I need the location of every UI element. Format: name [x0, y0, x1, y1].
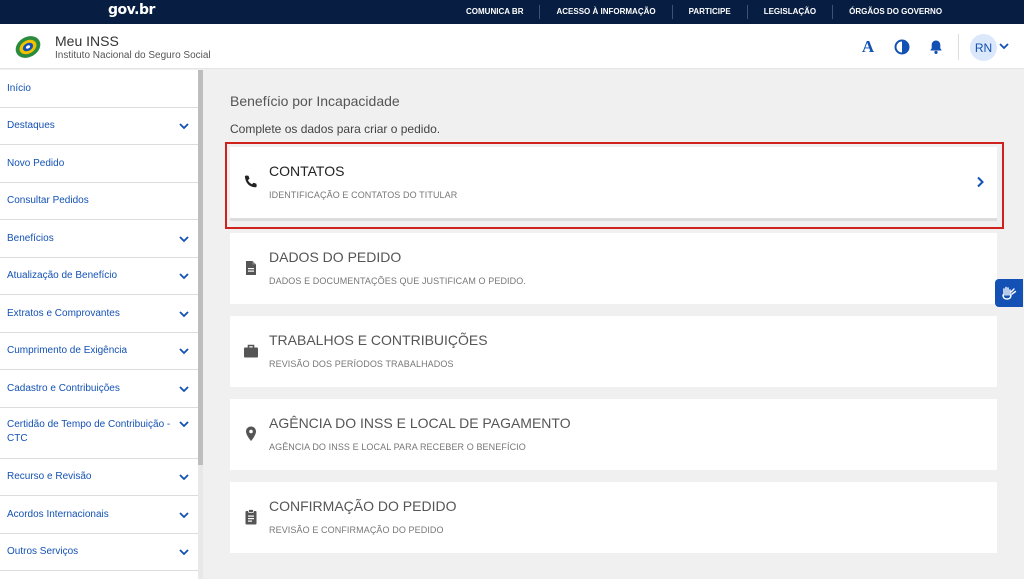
- chevron-down-icon: [179, 511, 189, 518]
- gov-link-orgaos[interactable]: ÓRGÃOS DO GOVERNO: [832, 5, 958, 19]
- gov-link-participe[interactable]: PARTICIPE: [671, 5, 747, 19]
- chevron-down-icon: [179, 421, 189, 428]
- header-divider: [958, 34, 959, 60]
- chevron-down-icon: [179, 310, 189, 317]
- sidebar-item-label: Atualização de Benefício: [7, 270, 118, 281]
- gov-link-legislacao[interactable]: LEGISLAÇÃO: [746, 5, 832, 19]
- sidebar-item-label: Certidão de Tempo de Contribuição - CTC: [7, 419, 171, 444]
- sidebar-item-recurso[interactable]: Recurso e Revisão: [0, 459, 198, 496]
- sidebar-item-label: Novo Pedido: [7, 157, 65, 169]
- vlibras-accessibility-button[interactable]: [995, 279, 1023, 307]
- inss-logo-icon[interactable]: [13, 34, 43, 60]
- sidebar-item-label: Recurso e Revisão: [7, 471, 92, 482]
- chevron-down-icon: [179, 235, 189, 242]
- sidebar-item-consultar-pedidos[interactable]: Consultar Pedidos: [0, 183, 198, 220]
- step-title: TRABALHOS E CONTRIBUIÇÕES: [269, 332, 488, 348]
- sidebar-item-cadastro[interactable]: Cadastro e Contribuições: [0, 370, 198, 408]
- sidebar-item-label: Acordos Internacionais: [7, 508, 109, 520]
- chevron-down-icon: [179, 474, 189, 481]
- chevron-down-icon: [179, 123, 189, 130]
- sidebar-menu: Início Destaques Novo Pedido Consultar P…: [0, 70, 198, 579]
- font-size-button[interactable]: A: [857, 36, 879, 58]
- step-description: REVISÃO DOS PERÍODOS TRABALHADOS: [269, 359, 454, 369]
- step-title: DADOS DO PEDIDO: [269, 249, 402, 265]
- sidebar-item-novo-pedido[interactable]: Novo Pedido: [0, 145, 198, 183]
- sidebar-item-label: Consultar Pedidos: [7, 195, 89, 206]
- chevron-down-icon: [179, 273, 189, 280]
- step-card-trabalhos[interactable]: TRABALHOS E CONTRIBUIÇÕES REVISÃO DOS PE…: [230, 316, 997, 387]
- sidebar-item-ctc[interactable]: Certidão de Tempo de Contribuição - CTC: [0, 408, 198, 459]
- sidebar-item-label: Cumprimento de Exigência: [7, 345, 128, 356]
- sidebar-item-label: Destaques: [7, 120, 55, 131]
- sidebar-scrollbar-thumb[interactable]: [198, 70, 203, 465]
- bell-icon[interactable]: [925, 36, 947, 58]
- step-title: AGÊNCIA DO INSS E LOCAL DE PAGAMENTO: [269, 415, 571, 431]
- sidebar-item-label: Cadastro e Contribuições: [7, 382, 120, 394]
- sidebar-item-inicio[interactable]: Início: [0, 70, 198, 108]
- sidebar-item-destaques[interactable]: Destaques: [0, 108, 198, 145]
- app-title[interactable]: Meu INSS: [55, 33, 119, 49]
- app-header: Meu INSS Instituto Nacional do Seguro So…: [0, 24, 1024, 69]
- sidebar-item-beneficios[interactable]: Benefícios: [0, 220, 198, 258]
- step-card-dados-pedido[interactable]: DADOS DO PEDIDO DADOS E DOCUMENTAÇÕES QU…: [230, 233, 997, 304]
- sidebar-item-atualizacao[interactable]: Atualização de Benefício: [0, 258, 198, 295]
- highlight-box: [225, 142, 1004, 229]
- sidebar-item-label: Extratos e Comprovantes: [7, 307, 120, 319]
- chevron-down-icon: [179, 348, 189, 355]
- gov-link-comunica[interactable]: COMUNICA BR: [450, 5, 539, 19]
- sidebar-item-extratos[interactable]: Extratos e Comprovantes: [0, 295, 198, 333]
- sidebar-item-label: Outros Serviços: [7, 546, 79, 557]
- step-card-agencia[interactable]: AGÊNCIA DO INSS E LOCAL DE PAGAMENTO AGÊ…: [230, 399, 997, 470]
- step-description: AGÊNCIA DO INSS E LOCAL PARA RECEBER O B…: [269, 442, 526, 452]
- step-description: REVISÃO E CONFIRMAÇÃO DO PEDIDO: [269, 525, 444, 535]
- govbr-logo[interactable]: gov.br: [108, 2, 155, 18]
- sidebar-item-exigencia[interactable]: Cumprimento de Exigência: [0, 333, 198, 370]
- app-subtitle: Instituto Nacional do Seguro Social: [55, 50, 211, 61]
- gov-links: COMUNICA BR ACESSO À INFORMAÇÃO PARTICIP…: [450, 0, 958, 24]
- sidebar-item-label: Benefícios: [7, 232, 54, 244]
- gov-link-acesso[interactable]: ACESSO À INFORMAÇÃO: [539, 5, 671, 19]
- sidebar-item-outros[interactable]: Outros Serviços: [0, 534, 198, 571]
- chevron-down-icon: [179, 549, 189, 556]
- briefcase-icon: [244, 344, 258, 358]
- location-pin-icon: [246, 426, 256, 441]
- page-title: Benefício por Incapacidade: [230, 93, 400, 109]
- avatar[interactable]: RN: [970, 34, 997, 61]
- step-title: CONFIRMAÇÃO DO PEDIDO: [269, 498, 457, 514]
- step-description: DADOS E DOCUMENTAÇÕES QUE JUSTIFICAM O P…: [269, 276, 526, 286]
- page-subtitle: Complete os dados para criar o pedido.: [230, 122, 441, 136]
- sidebar-item-acordos[interactable]: Acordos Internacionais: [0, 496, 198, 534]
- document-icon: [246, 261, 256, 275]
- clipboard-icon: [245, 509, 257, 525]
- gov-bar: gov.br COMUNICA BR ACESSO À INFORMAÇÃO P…: [0, 0, 1024, 24]
- chevron-down-icon: [179, 385, 189, 392]
- chevron-down-icon[interactable]: [998, 40, 1010, 52]
- contrast-icon[interactable]: [891, 36, 913, 58]
- step-card-confirmacao[interactable]: CONFIRMAÇÃO DO PEDIDO REVISÃO E CONFIRMA…: [230, 482, 997, 553]
- sidebar-item-label: Início: [7, 82, 31, 94]
- sign-language-hands-icon: [1002, 286, 1017, 300]
